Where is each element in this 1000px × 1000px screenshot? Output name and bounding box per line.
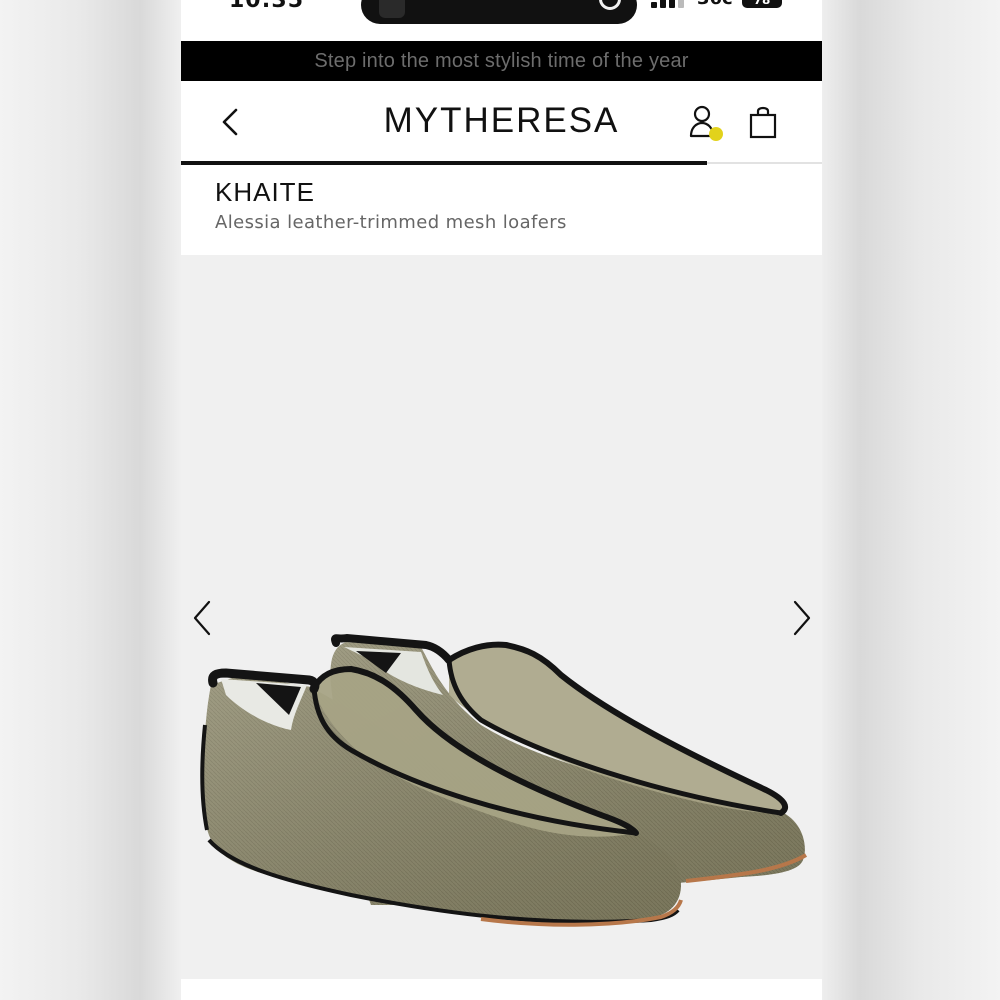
island-app-icon — [379, 0, 405, 18]
status-temperature: 36c — [697, 0, 733, 9]
shopping-bag-icon — [749, 106, 777, 139]
island-activity-icon — [599, 0, 621, 10]
app-screen: 10:35 36c 78 Step into the most stylish … — [181, 0, 822, 1000]
shopping-bag-button[interactable] — [747, 103, 783, 143]
product-info: KHAITE Alessia leather-trimmed mesh loaf… — [181, 165, 822, 255]
chevron-left-icon — [193, 600, 211, 636]
product-name: Alessia leather-trimmed mesh loafers — [215, 212, 567, 233]
status-time: 10:35 — [229, 0, 305, 13]
product-brand[interactable]: KHAITE — [215, 177, 315, 208]
account-notification-badge — [709, 127, 723, 141]
promo-text: Step into the most stylish time of the y… — [314, 49, 689, 72]
product-image-loafers — [200, 633, 808, 927]
gallery-prev-button[interactable] — [191, 598, 215, 638]
brand-logo[interactable]: MYTHERESA — [181, 101, 822, 141]
gallery-next-button[interactable] — [789, 598, 813, 638]
promo-banner[interactable]: Step into the most stylish time of the y… — [181, 41, 822, 81]
app-header: MYTHERESA — [181, 81, 822, 163]
account-button[interactable] — [687, 103, 723, 143]
product-gallery[interactable] — [181, 255, 822, 979]
status-bar: 10:35 36c 78 — [181, 0, 822, 40]
battery-indicator: 78 — [742, 0, 782, 8]
footer-strip — [181, 979, 822, 1000]
chevron-right-icon — [793, 600, 811, 636]
signal-icon — [651, 0, 685, 8]
dynamic-island — [361, 0, 637, 24]
